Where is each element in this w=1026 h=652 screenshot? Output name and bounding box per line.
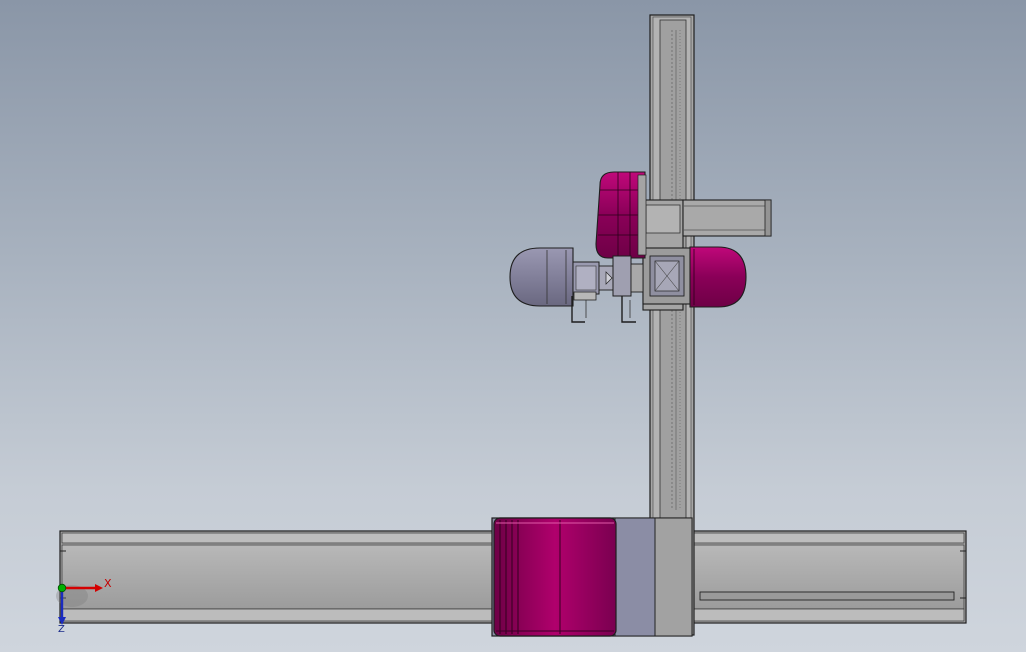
right-motor-cap[interactable] bbox=[689, 246, 747, 308]
z-axis-label: Z bbox=[58, 624, 65, 635]
cad-model-view[interactable] bbox=[0, 0, 1026, 652]
z-motor-housing[interactable] bbox=[595, 171, 647, 259]
cad-viewport[interactable]: X Z bbox=[0, 0, 1026, 652]
gripper-assembly[interactable] bbox=[571, 255, 644, 323]
x-axis-label: X bbox=[104, 577, 112, 590]
x-motor-housing[interactable] bbox=[493, 517, 617, 637]
arm-shaft[interactable] bbox=[682, 199, 772, 237]
left-motor-cap[interactable] bbox=[509, 247, 574, 307]
y-axis-dot bbox=[57, 583, 67, 593]
